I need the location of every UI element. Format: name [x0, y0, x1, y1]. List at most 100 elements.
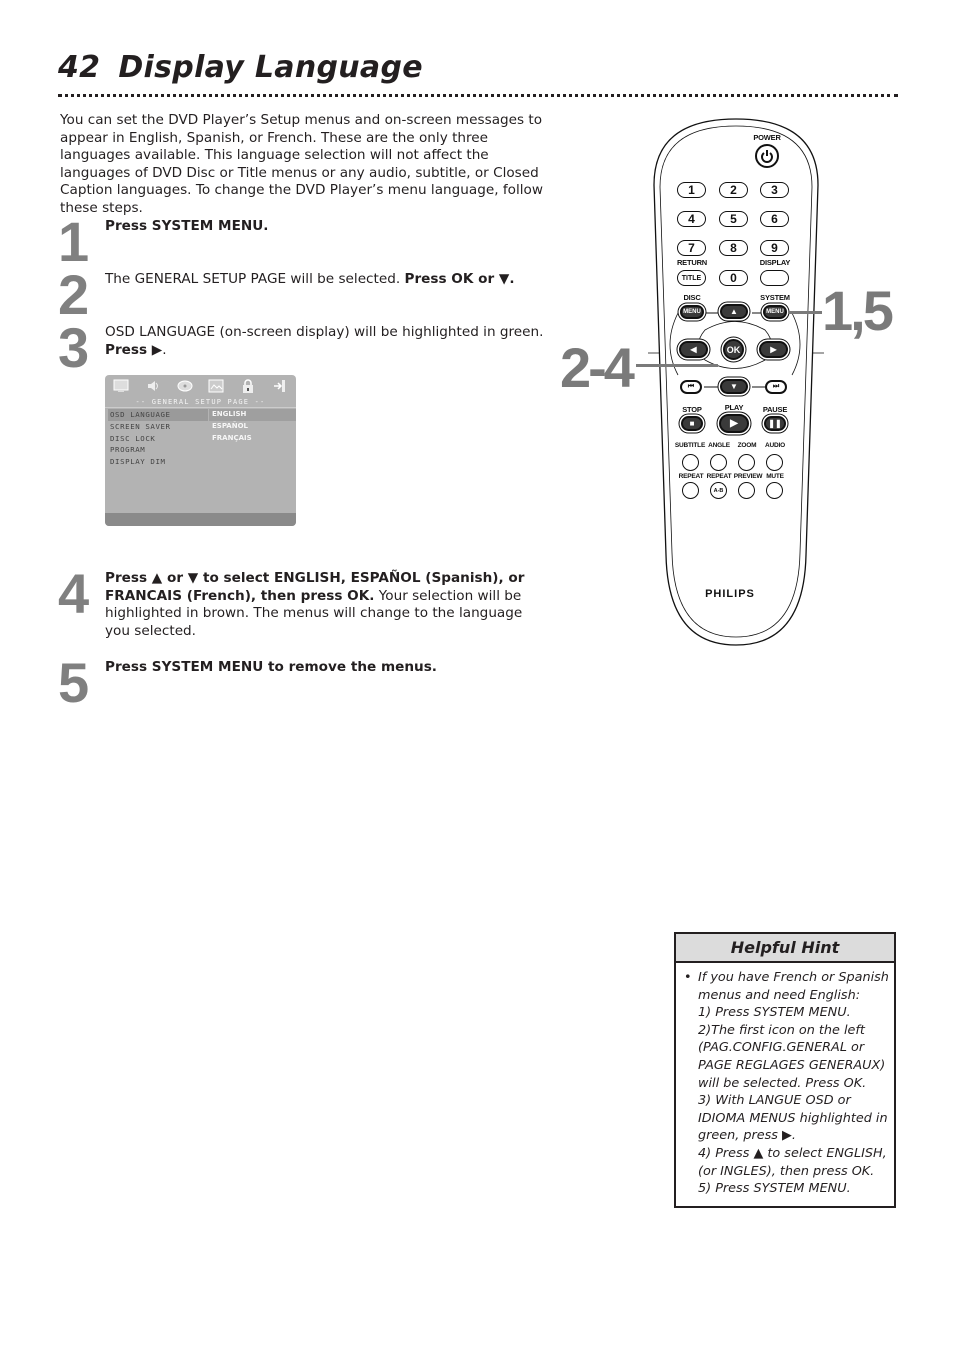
callout-leader-nav [636, 364, 718, 367]
pause-icon: ❚❚ [768, 419, 782, 428]
osd-divider [105, 407, 296, 408]
step-number-1: 1 [58, 210, 89, 273]
callout-steps-1-5: 1,5 [822, 279, 894, 342]
hint-line: 4) Press ▲ to select ENGLISH, [698, 1145, 887, 1161]
audio-label: AUDIO [765, 442, 785, 449]
digit-7-button[interactable]: 7 [677, 240, 706, 256]
osd-menu-item[interactable]: DISPLAY DIM [108, 456, 208, 468]
power-button[interactable] [755, 144, 779, 168]
digit-0-button[interactable]: 0 [719, 270, 748, 286]
step-text-5: Press SYSTEM MENU to remove the menus. [105, 659, 545, 677]
step-text-4: Press ▲ or ▼ to select ENGLISH, ESPAÑOL … [105, 570, 545, 640]
preview-label: PREVIEW [733, 473, 763, 480]
step-3-bold: Press ▶ [105, 341, 163, 358]
intro-paragraph: You can set the DVD Player’s Setup menus… [60, 112, 543, 216]
digit-2-button[interactable]: 2 [719, 182, 748, 198]
osd-menu-item[interactable]: PROGRAM [108, 444, 208, 456]
osd-language-options: ENGLISH ESPAÑOL FRANÇAIS [209, 409, 296, 444]
hint-line: If you have French or Spanish [698, 970, 889, 985]
left-arrow-icon: ◀ [690, 345, 697, 354]
next-icon: ⏭ [772, 383, 780, 390]
step-number-5: 5 [58, 651, 89, 714]
repeat-ab-button[interactable]: A-B [710, 482, 727, 499]
step-3-tail: . [162, 341, 167, 358]
subtitle-button[interactable] [682, 454, 699, 471]
osd-menu-item[interactable]: SCREEN SAVER [108, 421, 208, 433]
osd-menu-list: OSD LANGUAGE SCREEN SAVER DISC LOCK PROG… [108, 409, 208, 468]
helpful-hint-title: Helpful Hint [676, 934, 894, 963]
hint-line: 1) Press SYSTEM MENU. [698, 1005, 851, 1021]
disc-label: DISC [683, 293, 701, 302]
digit-6-button[interactable]: 6 [760, 211, 789, 227]
preview-button[interactable] [738, 482, 755, 499]
repeat-label: REPEAT [678, 473, 704, 480]
osd-option[interactable]: ENGLISH [209, 409, 296, 421]
digit-8-button[interactable]: 8 [719, 240, 748, 256]
power-label: POWER [753, 133, 781, 142]
page-title-text: Display Language [118, 50, 423, 85]
digit-4-button[interactable]: 4 [677, 211, 706, 227]
stop-button[interactable]: ■ [681, 416, 703, 431]
title-dotted-rule [58, 94, 898, 97]
hint-lines: If you have French or Spanish menus and … [698, 969, 889, 1198]
up-button[interactable]: ▲ [720, 304, 748, 319]
digit-9-button[interactable]: 9 [760, 240, 789, 256]
step-number-4: 4 [58, 562, 89, 625]
remote-control-illustration: POWER 1 2 3 4 5 6 7 8 9 RETURN DISPLAY T… [560, 115, 900, 675]
pause-button[interactable]: ❚❚ [764, 416, 786, 431]
osd-menu-item[interactable]: OSD LANGUAGE [108, 409, 208, 421]
right-button[interactable]: ▶ [759, 341, 788, 358]
mute-button[interactable] [766, 482, 783, 499]
disc-icon [176, 379, 194, 394]
zoom-button[interactable] [738, 454, 755, 471]
next-button[interactable]: ⏭ [765, 380, 787, 394]
osd-footer-bar [105, 513, 296, 526]
hint-line: (PAG.CONFIG.GENERAL or [698, 1040, 865, 1056]
osd-menu-item[interactable]: DISC LOCK [108, 433, 208, 445]
system-label: SYSTEM [760, 293, 790, 302]
display-button[interactable] [760, 270, 789, 286]
repeat-ab-label: REPEAT [706, 473, 732, 480]
title-button[interactable]: TITLE [677, 270, 706, 286]
hint-bullet: • [684, 970, 692, 985]
digit-3-button[interactable]: 3 [760, 182, 789, 198]
ok-button[interactable]: OK [723, 339, 744, 360]
step-5-bold: Press SYSTEM MENU [105, 659, 264, 675]
step-number-3: 3 [58, 316, 89, 379]
hint-line: (or INGLES), then press OK. [698, 1163, 875, 1179]
step-text-3: OSD LANGUAGE (on-screen display) will be… [105, 324, 545, 359]
osd-option[interactable]: ESPAÑOL [209, 421, 296, 433]
down-button[interactable]: ▼ [720, 379, 748, 394]
audio-button[interactable] [766, 454, 783, 471]
tv-icon [112, 379, 130, 394]
lock-icon [239, 378, 257, 394]
mute-label: MUTE [766, 473, 784, 480]
osd-icon-bar [105, 375, 296, 397]
right-arrow-icon: ▶ [770, 345, 777, 354]
stop-icon: ■ [689, 419, 695, 428]
page-title: 42 Display Language [58, 50, 423, 85]
step-number-2: 2 [58, 263, 89, 326]
pause-label: PAUSE [762, 405, 788, 414]
system-menu-button[interactable]: MENU [763, 305, 787, 319]
picture-icon [207, 379, 225, 394]
angle-button[interactable] [710, 454, 727, 471]
step-text-2: The GENERAL SETUP PAGE will be selected.… [105, 271, 545, 289]
disc-menu-button[interactable]: MENU [680, 305, 704, 319]
subtitle-label: SUBTITLE [674, 442, 706, 449]
hint-line: IDIOMA MENUS highlighted in [698, 1110, 888, 1126]
digit-5-button[interactable]: 5 [719, 211, 748, 227]
osd-option[interactable]: FRANÇAIS [209, 433, 296, 445]
step-5-bold-tail: to remove the menus. [263, 659, 437, 675]
previous-button[interactable]: ⏮ [680, 380, 702, 394]
return-label: RETURN [676, 258, 708, 267]
callout-steps-2-4: 2-4 [560, 336, 635, 399]
digit-1-button[interactable]: 1 [677, 182, 706, 198]
play-button[interactable]: ▶ [719, 414, 749, 433]
display-label: DISPLAY [759, 258, 791, 267]
hint-line: green, press ▶. [698, 1128, 796, 1144]
exit-icon [271, 379, 289, 394]
repeat-button[interactable] [682, 482, 699, 499]
down-arrow-icon: ▼ [730, 382, 738, 391]
left-button[interactable]: ◀ [679, 341, 708, 358]
